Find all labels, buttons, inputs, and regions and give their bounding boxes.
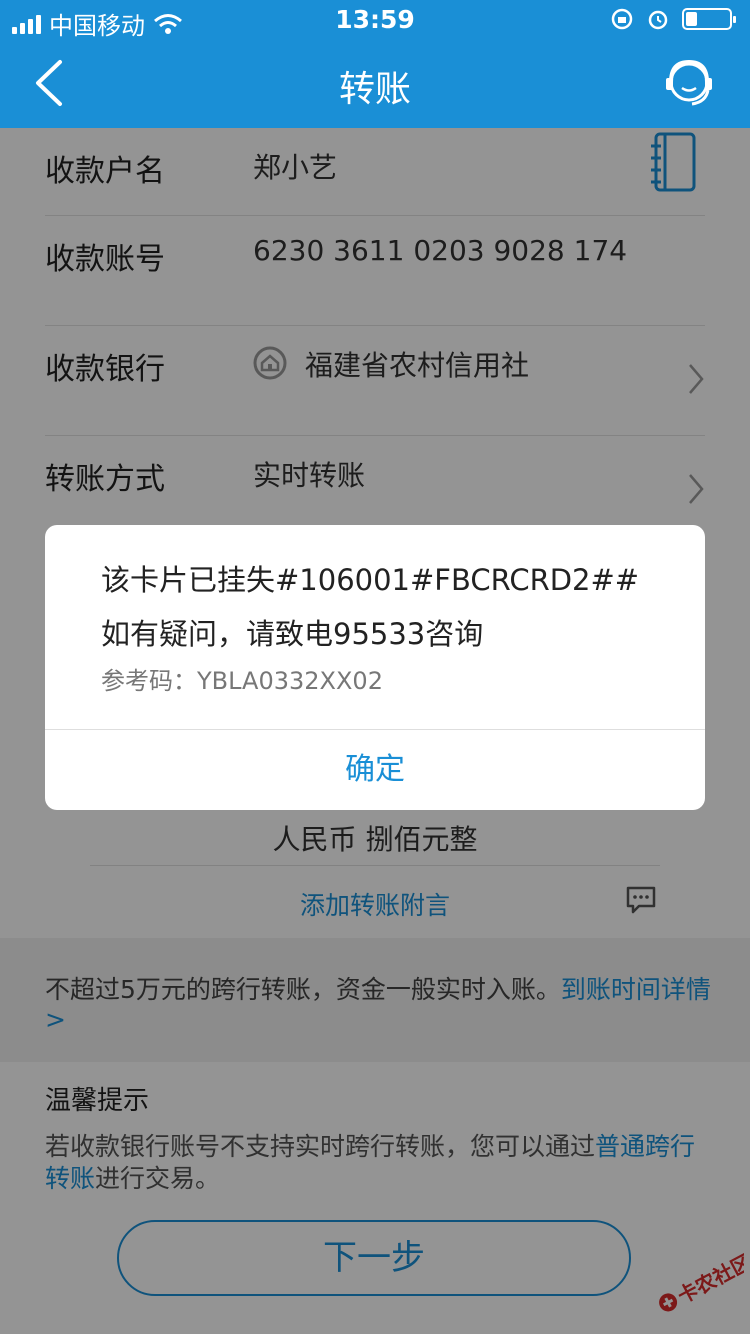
alert-dialog: 该卡片已挂失#106001#FBCRCRD2## 如有疑问，请致电95533咨询… [45, 525, 705, 810]
dialog-reference-code: 参考码：YBLA0332XX02 [101, 667, 383, 695]
status-bar: 中国移动 13:59 [0, 0, 750, 40]
page-title: 转账 [338, 69, 411, 110]
nav-bar: 转账 [0, 40, 750, 128]
battery-icon [682, 8, 736, 30]
dialog-message-line2: 如有疑问，请致电95533咨询 [101, 617, 484, 651]
dialog-message-line1: 该卡片已挂失#106001#FBCRCRD2## [101, 563, 640, 597]
customer-service-icon[interactable] [662, 56, 716, 110]
rotation-lock-icon [611, 8, 633, 30]
alarm-icon [648, 10, 668, 30]
confirm-button[interactable]: 确定 [45, 730, 705, 810]
